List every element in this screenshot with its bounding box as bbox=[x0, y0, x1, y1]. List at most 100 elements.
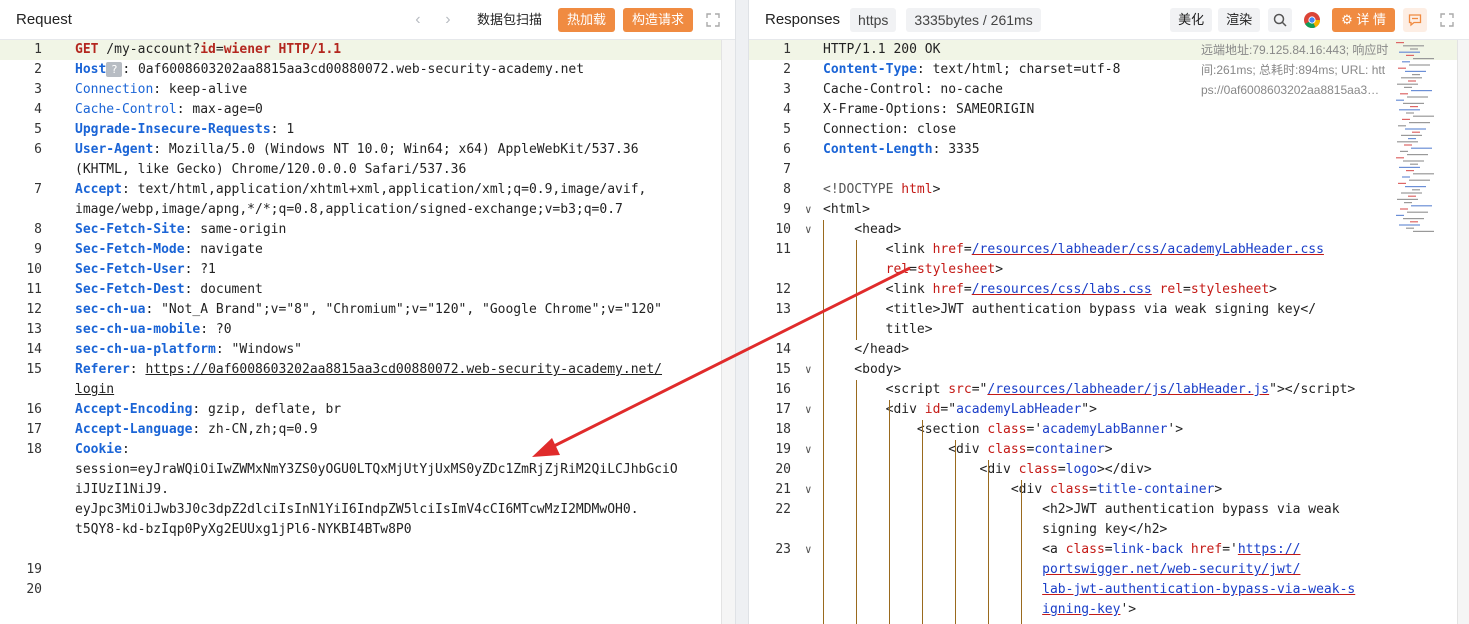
fold-chevron-icon[interactable]: ∨ bbox=[805, 220, 821, 240]
line-number bbox=[749, 260, 791, 280]
minimap-line bbox=[1399, 224, 1420, 226]
next-arrow-icon[interactable]: › bbox=[433, 11, 463, 29]
beautify-button[interactable]: 美化 bbox=[1170, 7, 1213, 32]
code-line: User-Agent: Mozilla/5.0 (Windows NT 10.0… bbox=[75, 142, 639, 157]
line-number: 3 bbox=[783, 82, 791, 97]
expand-icon[interactable] bbox=[1435, 8, 1459, 32]
line-number: 8 bbox=[783, 182, 791, 197]
line-number: 5 bbox=[34, 122, 42, 137]
code-line: Content-Length: 3335 bbox=[823, 142, 980, 157]
line-number: 14 bbox=[26, 342, 42, 357]
indent-guide bbox=[922, 420, 923, 624]
detail-button[interactable]: ⚙ 详 情 bbox=[1332, 7, 1395, 32]
packet-scan-button[interactable]: 数据包扫描 bbox=[468, 7, 550, 32]
minimap-line bbox=[1402, 176, 1410, 178]
response-title: Responses bbox=[765, 11, 841, 28]
minimap-line bbox=[1413, 230, 1434, 232]
code-line: sec-ch-ua-mobile: ?0 bbox=[75, 322, 232, 337]
search-icon[interactable] bbox=[1268, 7, 1293, 32]
hot-load-button[interactable]: 热加载 bbox=[557, 7, 615, 32]
code-line: <section class='academyLabBanner'> bbox=[823, 422, 1184, 437]
line-number: 11 bbox=[775, 242, 791, 257]
line-number: 18 bbox=[775, 422, 791, 437]
minimap-line bbox=[1404, 144, 1412, 146]
code-line: <h2>JWT authentication bypass via weak bbox=[823, 502, 1340, 517]
line-number: 19 bbox=[775, 442, 791, 457]
line-number bbox=[749, 600, 791, 620]
fold-chevron-icon[interactable]: ∨ bbox=[805, 360, 821, 380]
code-line: Content-Type: text/html; charset=utf-8 bbox=[823, 62, 1121, 77]
fold-chevron-icon[interactable]: ∨ bbox=[805, 400, 821, 420]
build-request-button[interactable]: 构造请求 bbox=[622, 7, 693, 32]
minimap-line bbox=[1401, 134, 1422, 136]
detail-label: 详 情 bbox=[1356, 11, 1386, 27]
line-number: 4 bbox=[34, 102, 42, 117]
line-number bbox=[749, 320, 791, 340]
minimap-line bbox=[1412, 189, 1420, 191]
minimap-line bbox=[1397, 141, 1418, 143]
code-line: Accept: text/html,application/xhtml+xml,… bbox=[75, 182, 647, 197]
minimap-line bbox=[1396, 99, 1404, 101]
line-number: 1 bbox=[783, 42, 791, 57]
fold-chevron-icon[interactable]: ∨ bbox=[805, 480, 821, 500]
line-number bbox=[749, 580, 791, 600]
line-number: 2 bbox=[783, 62, 791, 77]
code-line: session=eyJraWQiOiIwZWMxNmY3ZS0yOGU0LTQx… bbox=[75, 462, 678, 477]
minimap-line bbox=[1396, 42, 1404, 44]
minimap-line bbox=[1401, 192, 1422, 194]
minimap-line bbox=[1399, 51, 1420, 53]
line-number: 11 bbox=[26, 282, 42, 297]
line-number bbox=[0, 480, 42, 500]
minimap-line bbox=[1398, 67, 1406, 69]
indent-guide bbox=[988, 460, 989, 624]
protocol-chip: https bbox=[850, 7, 897, 32]
line-number: 6 bbox=[783, 142, 791, 157]
prev-arrow-icon[interactable]: ‹ bbox=[403, 11, 433, 29]
minimap-line bbox=[1406, 170, 1414, 172]
line-number: 18 bbox=[26, 442, 42, 457]
comment-icon[interactable] bbox=[1403, 7, 1427, 32]
line-number: 6 bbox=[34, 142, 42, 157]
code-minimap[interactable] bbox=[1394, 40, 1454, 240]
indent-guide bbox=[1021, 480, 1022, 624]
code-line: eyJpc3MiOiJwb3J0c3dpZ2dlciIsInN1YiI6Indp… bbox=[75, 502, 639, 517]
minimap-line bbox=[1400, 93, 1408, 95]
code-line: igning-key'> bbox=[1042, 602, 1137, 617]
chrome-icon[interactable] bbox=[1300, 8, 1324, 32]
fold-chevron-icon[interactable]: ∨ bbox=[805, 540, 821, 560]
line-number: 10 bbox=[26, 262, 42, 277]
indent-guide bbox=[856, 380, 857, 624]
line-number bbox=[0, 460, 42, 480]
line-number: 4 bbox=[783, 102, 791, 117]
minimap-line bbox=[1410, 221, 1418, 223]
request-pane: Request ‹ › 数据包扫描 热加载 构造请求 1 GET /my-acco… bbox=[0, 0, 736, 624]
line-number: 3 bbox=[34, 82, 42, 97]
minimap-line bbox=[1399, 166, 1420, 168]
minimap-line bbox=[1406, 112, 1414, 114]
code-line: (KHTML, like Gecko) Chrome/120.0.0.0 Saf… bbox=[75, 162, 467, 177]
request-scrollbar[interactable] bbox=[721, 40, 735, 624]
line-number: 16 bbox=[775, 382, 791, 397]
code-line: rel=stylesheet> bbox=[885, 262, 1004, 277]
fold-chevron-icon[interactable]: ∨ bbox=[805, 440, 821, 460]
minimap-line bbox=[1401, 77, 1422, 79]
line-number: 23 bbox=[775, 542, 791, 557]
minimap-line bbox=[1396, 214, 1404, 216]
line-number: 19 bbox=[26, 562, 42, 577]
minimap-line bbox=[1404, 86, 1412, 88]
fold-chevron-icon[interactable]: ∨ bbox=[805, 200, 821, 220]
response-editor[interactable]: 1 HTTP/1.1 200 OK 2 Content-Type: text/html… bbox=[749, 40, 1469, 624]
minimap-line bbox=[1398, 125, 1406, 127]
line-number bbox=[0, 380, 42, 400]
request-editor[interactable]: 1 GET /my-account?id=wiener HTTP/1.1 2 Host… bbox=[0, 40, 735, 624]
code-line: Accept-Language: zh-CN,zh;q=0.9 bbox=[75, 422, 318, 437]
code-line: Sec-Fetch-Site: same-origin bbox=[75, 222, 287, 237]
code-line: <!DOCTYPE html> bbox=[823, 182, 941, 197]
minimap-line bbox=[1404, 202, 1412, 204]
minimap-line bbox=[1412, 74, 1420, 76]
line-number: 21 bbox=[775, 482, 791, 497]
response-scrollbar[interactable] bbox=[1457, 40, 1469, 624]
render-button[interactable]: 渲染 bbox=[1218, 7, 1261, 32]
line-number: 20 bbox=[26, 582, 42, 597]
expand-icon[interactable] bbox=[701, 8, 725, 32]
